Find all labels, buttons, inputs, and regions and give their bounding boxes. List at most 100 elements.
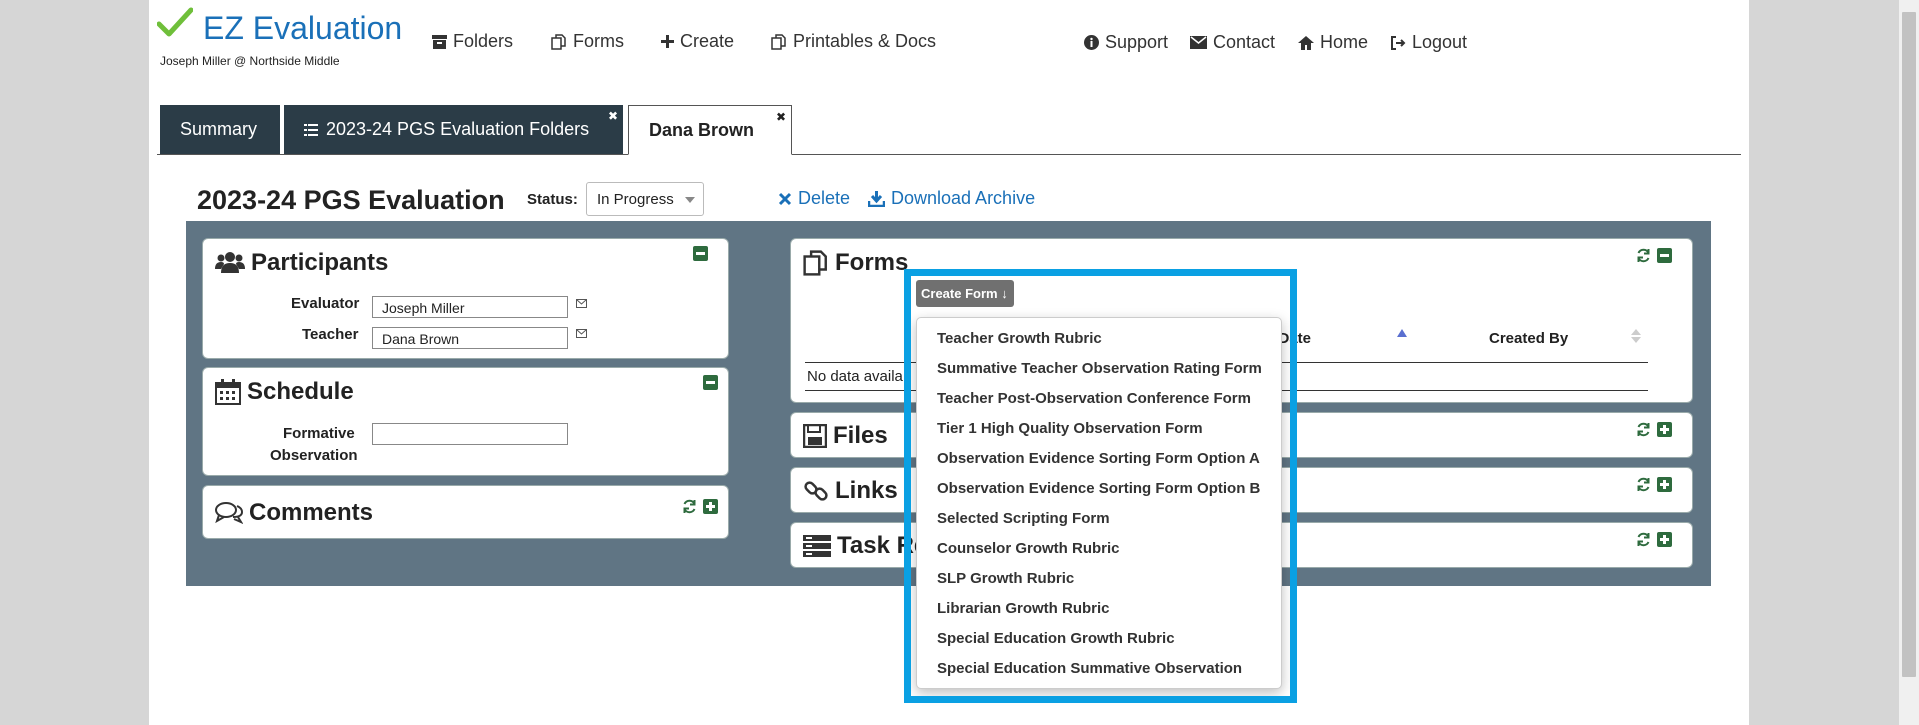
nav-contact[interactable]: Contact bbox=[1190, 32, 1275, 53]
sort-down-icon[interactable] bbox=[1631, 337, 1641, 343]
close-tab-icon[interactable]: ✖ bbox=[608, 109, 618, 123]
check-logo-icon bbox=[157, 7, 193, 37]
copy-icon bbox=[551, 33, 566, 50]
participants-controls bbox=[693, 246, 708, 261]
envelope-icon[interactable] bbox=[576, 299, 587, 308]
comments-icon bbox=[215, 502, 243, 524]
nav-contact-label: Contact bbox=[1213, 32, 1276, 52]
schedule-title: Schedule bbox=[215, 378, 354, 406]
save-icon bbox=[803, 424, 827, 448]
tasks-icon bbox=[803, 535, 831, 557]
delete-link[interactable]: Delete bbox=[778, 188, 850, 209]
nav-folders[interactable]: Folders bbox=[432, 31, 513, 52]
nav-home[interactable]: Home bbox=[1298, 32, 1368, 53]
tab-summary[interactable]: Summary bbox=[160, 105, 280, 154]
envelope-icon[interactable] bbox=[576, 329, 587, 338]
copy-icon bbox=[771, 33, 786, 50]
download-archive-link[interactable]: Download Archive bbox=[868, 188, 1035, 209]
nav-logout-label: Logout bbox=[1412, 32, 1468, 52]
archive-icon bbox=[432, 34, 447, 49]
task-controls bbox=[1636, 532, 1672, 547]
expand-icon[interactable] bbox=[1657, 532, 1672, 547]
evaluator-label: Evaluator bbox=[291, 295, 360, 312]
expand-icon[interactable] bbox=[703, 499, 718, 514]
forms-title-text: Forms bbox=[835, 249, 909, 276]
collapse-icon[interactable] bbox=[703, 375, 718, 390]
vertical-scrollbar[interactable] bbox=[1899, 0, 1919, 725]
participants-panel: Participants Evaluator Joseph Miller Tea… bbox=[202, 238, 729, 359]
link-icon bbox=[804, 481, 828, 501]
tab-bar: Summary 2023-24 PGS Evaluation Folders ✖… bbox=[157, 105, 1741, 155]
nav-home-label: Home bbox=[1320, 32, 1369, 52]
teacher-label: Teacher bbox=[302, 326, 359, 343]
download-icon bbox=[868, 190, 885, 207]
refresh-icon[interactable] bbox=[1636, 532, 1651, 547]
comments-panel: Comments bbox=[202, 485, 729, 539]
comments-title: Comments bbox=[215, 499, 373, 527]
collapse-icon[interactable] bbox=[693, 246, 708, 261]
tab-summary-label: Summary bbox=[180, 119, 258, 139]
observation-label: Observation bbox=[270, 447, 358, 464]
nav-printables-label: Printables & Docs bbox=[793, 31, 937, 51]
refresh-icon[interactable] bbox=[1636, 248, 1651, 263]
users-icon bbox=[215, 252, 245, 273]
links-title-text: Links bbox=[835, 477, 898, 504]
status-select[interactable]: In Progress bbox=[586, 182, 704, 216]
evaluator-value: Joseph Miller bbox=[382, 300, 465, 316]
files-title-text: Files bbox=[833, 422, 888, 449]
evaluation-title: 2023-24 PGS Evaluation bbox=[197, 185, 505, 215]
refresh-icon[interactable] bbox=[1636, 422, 1651, 437]
refresh-icon[interactable] bbox=[682, 499, 697, 514]
info-circle-icon bbox=[1084, 35, 1099, 50]
formative-label: Formative bbox=[283, 425, 355, 442]
nav-forms[interactable]: Forms bbox=[551, 31, 624, 52]
schedule-title-text: Schedule bbox=[247, 378, 354, 405]
sort-ascending-icon[interactable] bbox=[1397, 329, 1407, 337]
scrollbar-thumb[interactable] bbox=[1902, 12, 1916, 677]
highlight-box bbox=[904, 269, 1297, 703]
links-title: Links bbox=[803, 477, 898, 505]
teacher-value: Dana Brown bbox=[382, 331, 460, 347]
nav-logout[interactable]: Logout bbox=[1390, 32, 1467, 53]
files-controls bbox=[1636, 422, 1672, 437]
sort-up-icon[interactable] bbox=[1631, 329, 1641, 335]
files-title: Files bbox=[803, 422, 888, 450]
calendar-icon bbox=[215, 379, 241, 405]
collapse-icon[interactable] bbox=[1657, 248, 1672, 263]
tab-evaluation-folders[interactable]: 2023-24 PGS Evaluation Folders ✖ bbox=[284, 105, 623, 154]
nav-support[interactable]: Support bbox=[1084, 32, 1168, 53]
no-data-text: No data availa bbox=[807, 368, 903, 385]
download-archive-label: Download Archive bbox=[891, 188, 1036, 208]
nav-printables-docs[interactable]: Printables & Docs bbox=[771, 31, 936, 52]
nav-create-label: Create bbox=[680, 31, 735, 51]
tab-dana-brown-label: Dana Brown bbox=[649, 119, 755, 140]
nav-create[interactable]: Create bbox=[661, 31, 734, 52]
links-controls bbox=[1636, 477, 1672, 492]
nav-support-label: Support bbox=[1105, 32, 1169, 52]
evaluator-field[interactable]: Joseph Miller bbox=[372, 296, 568, 318]
nav-forms-label: Forms bbox=[573, 31, 624, 51]
tab-evaluation-folders-label: 2023-24 PGS Evaluation Folders bbox=[326, 119, 590, 139]
column-header-created-by[interactable]: Created By bbox=[1489, 330, 1568, 347]
app-name: EZ Evaluation bbox=[203, 10, 403, 46]
formative-observation-field[interactable] bbox=[372, 423, 568, 445]
refresh-icon[interactable] bbox=[1636, 477, 1651, 492]
user-school-line: Joseph Miller @ Northside Middle bbox=[160, 54, 340, 68]
comments-controls bbox=[682, 499, 718, 514]
status-value: In Progress bbox=[597, 191, 674, 208]
copy-icon bbox=[803, 250, 827, 276]
status-label: Status: bbox=[527, 191, 578, 208]
tab-dana-brown[interactable]: Dana Brown ✖ bbox=[628, 105, 792, 155]
chevron-down-icon bbox=[685, 197, 695, 203]
comments-title-text: Comments bbox=[249, 499, 374, 526]
close-tab-icon[interactable]: ✖ bbox=[776, 110, 786, 124]
plus-icon bbox=[661, 35, 674, 48]
envelope-icon bbox=[1190, 36, 1207, 49]
close-icon bbox=[778, 192, 792, 205]
participants-title-text: Participants bbox=[251, 249, 389, 276]
expand-icon[interactable] bbox=[1657, 422, 1672, 437]
nav-folders-label: Folders bbox=[453, 31, 514, 51]
expand-icon[interactable] bbox=[1657, 477, 1672, 492]
schedule-controls bbox=[703, 375, 718, 390]
teacher-field[interactable]: Dana Brown bbox=[372, 327, 568, 349]
